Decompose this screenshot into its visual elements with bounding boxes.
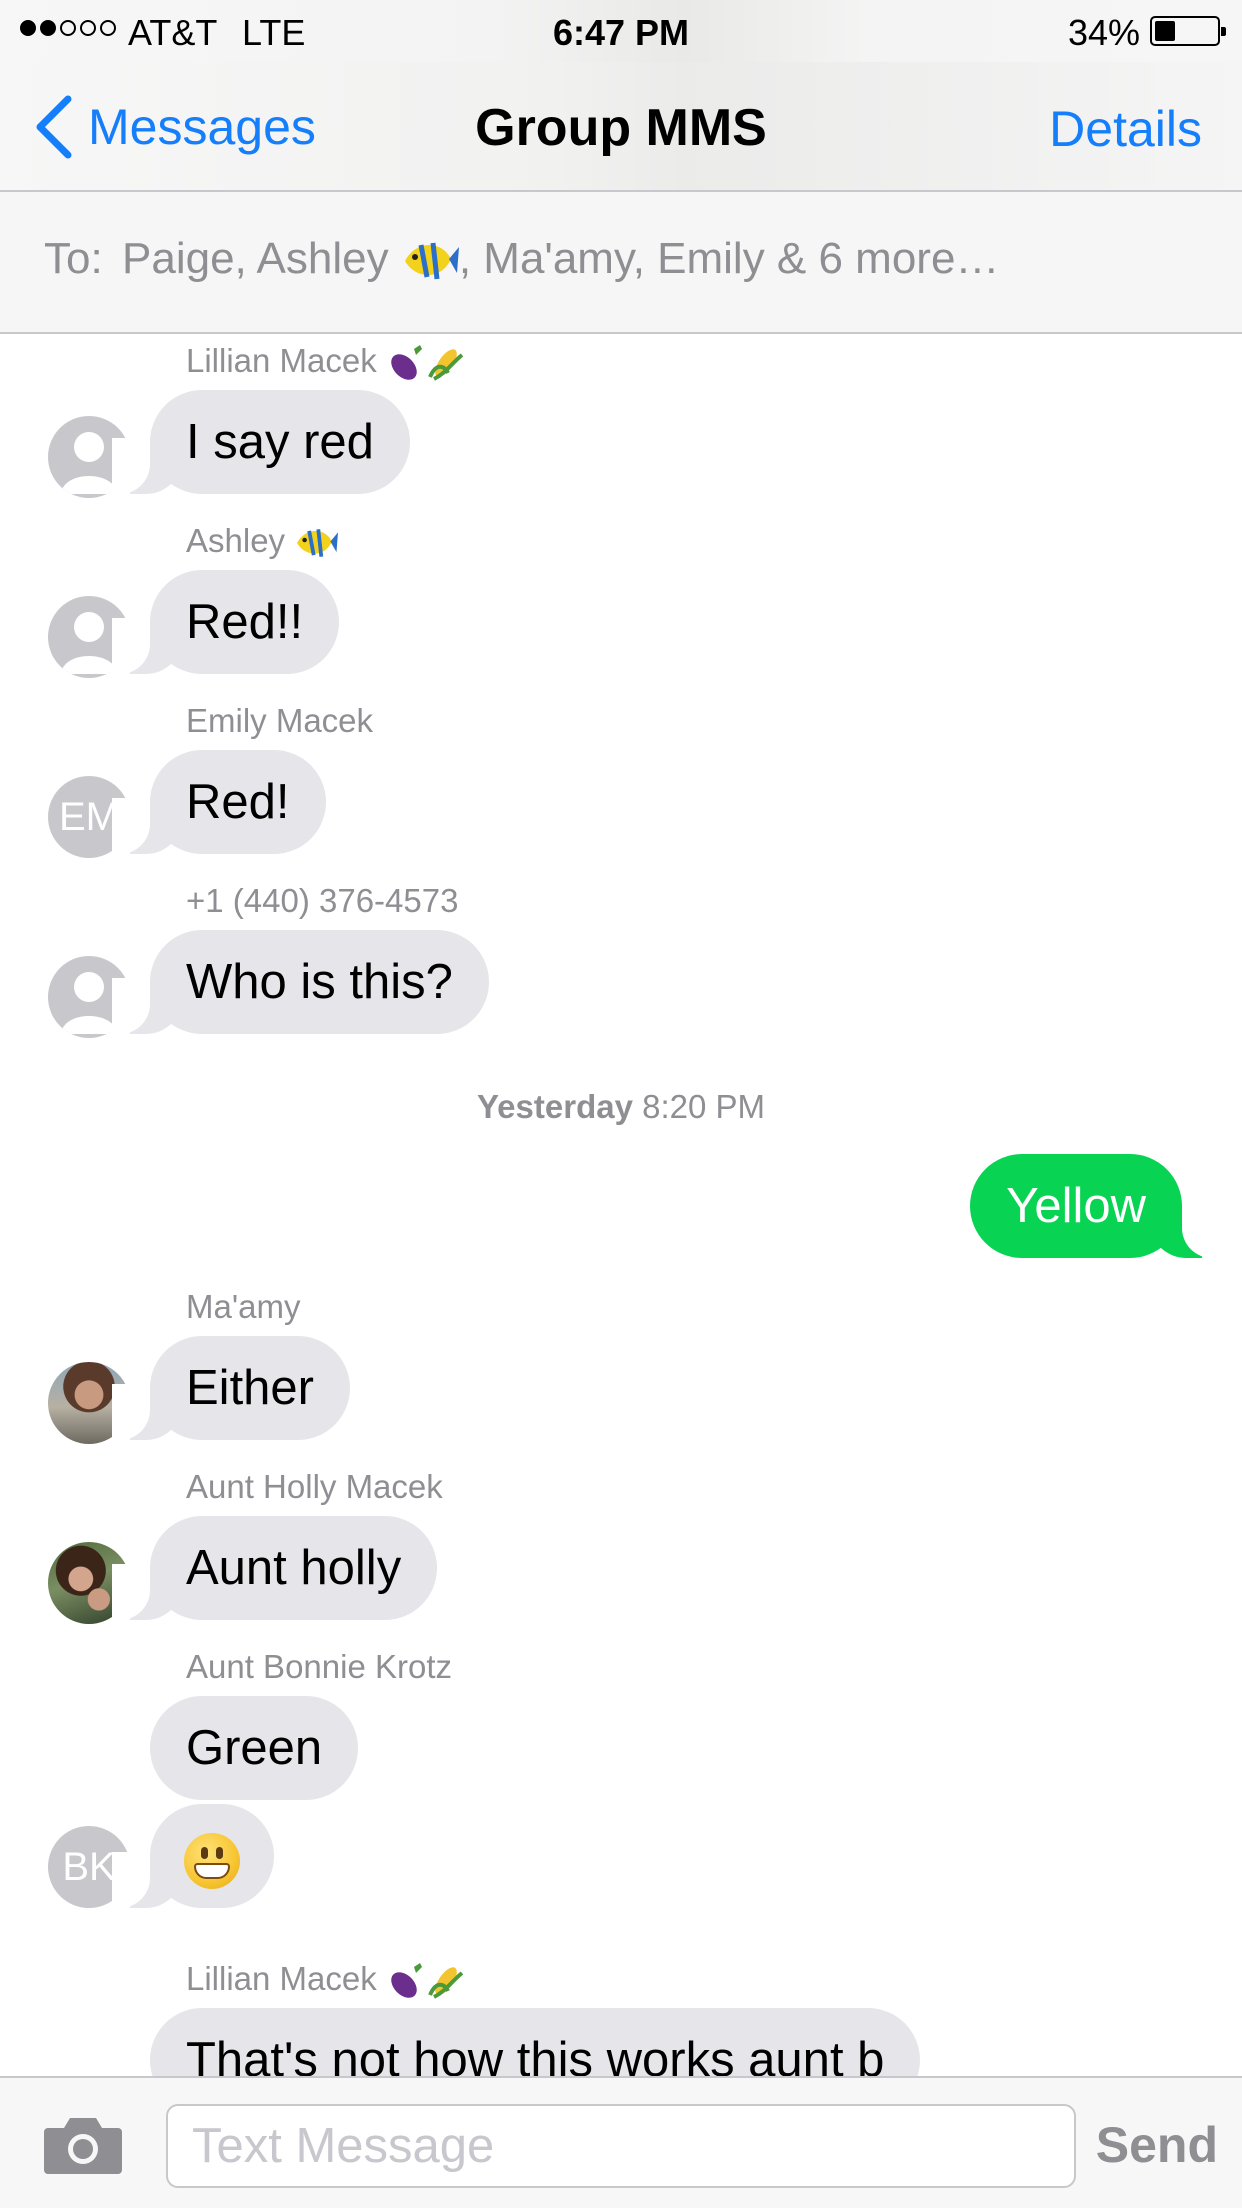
sender-name: +1 (440) 376-4573 [186, 882, 459, 919]
message-bubble[interactable]: I say red [112, 390, 410, 494]
status-time: 6:47 PM [552, 12, 690, 53]
sender-name: Lillian Macek [186, 1960, 466, 2001]
sender-name: Lillian Macek [186, 342, 466, 383]
recipient-list[interactable]: Paige, Ashley , Ma'amy, Emily & 6 more… [122, 234, 999, 287]
corn-icon [428, 349, 464, 382]
message-thread[interactable]: Lillian Macek I say red Ashley Red!! Emi… [0, 336, 1242, 2076]
message-bubble[interactable]: Red! [112, 750, 326, 854]
message-bubble[interactable]: Aunt holly [111, 1516, 438, 1620]
message-bubble[interactable]: Who is this? [112, 930, 489, 1034]
tropical-fish-icon [404, 243, 459, 280]
compose-bar: Send [0, 2076, 1242, 2208]
chevron-left-icon [36, 95, 72, 159]
message-bubble[interactable] [112, 1804, 274, 1908]
camera-icon[interactable] [44, 2114, 122, 2176]
recipients-bar[interactable]: To: Paige, Ashley , Ma'amy, Emily & 6 mo… [0, 192, 1242, 334]
navigation-bar: Messages Group MMS Details [0, 62, 1242, 192]
recipients-text-start: Paige, Ashley [122, 234, 389, 283]
corn-icon [428, 1967, 464, 2000]
details-button[interactable]: Details [1049, 100, 1202, 158]
message-input[interactable] [166, 2104, 1076, 2188]
status-bar: AT&T LTE 6:47 PM 34% [0, 0, 1242, 62]
back-button[interactable]: Messages [34, 92, 316, 162]
message-bubble[interactable]: Red!! [111, 570, 340, 674]
sender-name: Aunt Holly Macek [186, 1468, 443, 1505]
message-bubble[interactable]: Green [150, 1696, 359, 1800]
back-label: Messages [88, 99, 316, 155]
grinning-face-emoji-icon [184, 1833, 240, 1890]
battery-icon [1150, 16, 1226, 46]
message-bubble[interactable]: Either [111, 1336, 351, 1440]
eggplant-icon [391, 1963, 422, 1999]
sender-name: Emily Macek [186, 702, 374, 739]
to-label: To: [44, 234, 103, 283]
tropical-fish-icon [297, 529, 339, 558]
recipients-text-end: , Ma'amy, Emily & 6 more… [458, 234, 1000, 283]
outgoing-message-bubble[interactable]: Yellow [970, 1154, 1220, 1258]
sender-name: Ashley [186, 522, 339, 563]
sender-name: Ma'amy [186, 1288, 301, 1325]
sender-name: Aunt Bonnie Krotz [186, 1648, 452, 1685]
send-button[interactable]: Send [1096, 2116, 1218, 2174]
eggplant-icon [391, 345, 422, 381]
message-timestamp: Yesterday 8:20 PM [476, 1088, 766, 1125]
message-bubble[interactable]: That's not how this works aunt b [150, 2008, 921, 2076]
battery-percent: 34% [1067, 12, 1140, 53]
